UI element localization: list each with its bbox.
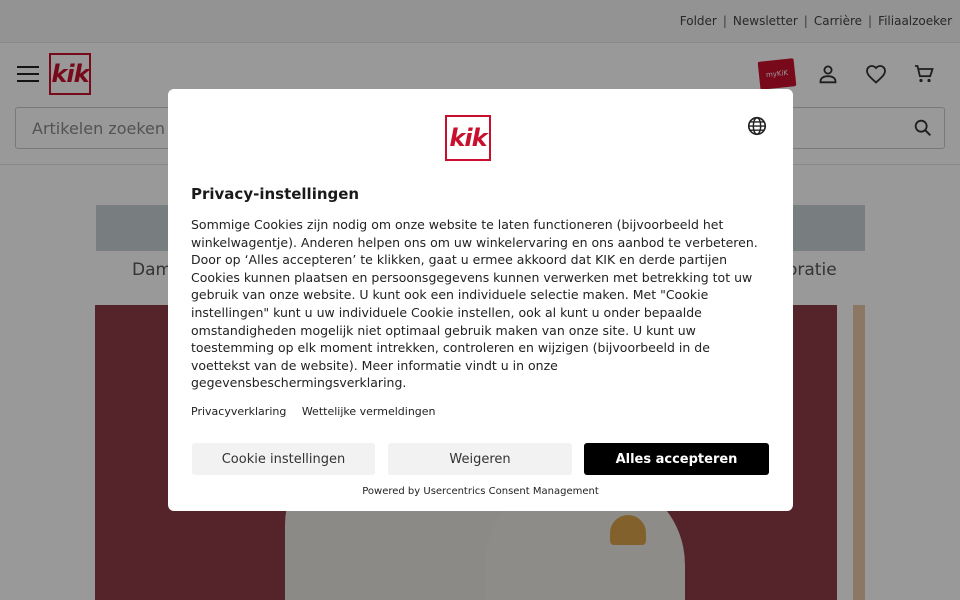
globe-icon[interactable] xyxy=(746,115,768,137)
dialog-title: Privacy-instellingen xyxy=(191,185,360,203)
privacy-policy-link[interactable]: Privacyverklaring xyxy=(191,405,286,418)
dialog-links: Privacyverklaring Wettelijke vermeldinge… xyxy=(191,405,448,418)
cookie-consent-dialog: kik Privacy-instellingen Sommige Cookies… xyxy=(168,89,793,511)
deny-button[interactable]: Weigeren xyxy=(388,443,572,475)
accept-all-button[interactable]: Alles accepteren xyxy=(584,443,769,475)
cookie-settings-button[interactable]: Cookie instellingen xyxy=(192,443,375,475)
legal-notice-link[interactable]: Wettelijke vermeldingen xyxy=(302,405,436,418)
dialog-logo: kik xyxy=(445,115,491,161)
dialog-body-text: Sommige Cookies zijn nodig om onze websi… xyxy=(191,217,758,391)
powered-by-text: Powered by Usercentrics Consent Manageme… xyxy=(362,486,599,497)
